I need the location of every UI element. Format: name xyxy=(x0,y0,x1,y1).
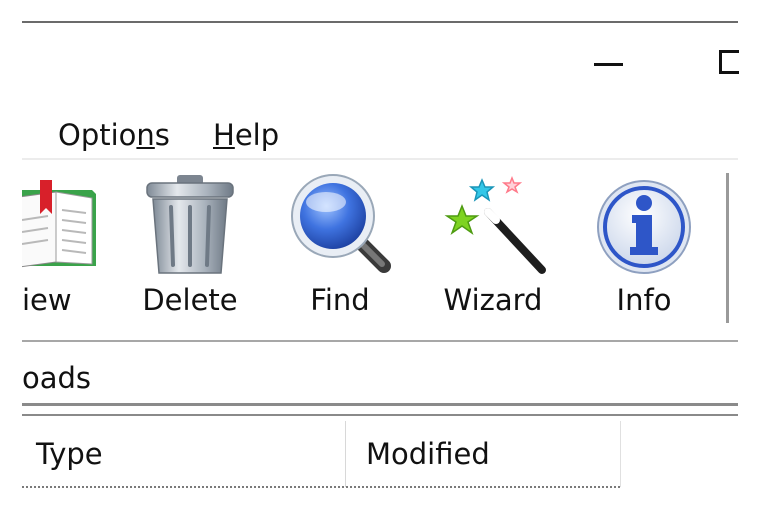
toolbar-delete-button[interactable]: Delete xyxy=(134,172,246,322)
trash-icon xyxy=(146,175,234,274)
maximize-icon[interactable] xyxy=(719,50,739,74)
frame-edge xyxy=(737,0,760,512)
toolbar-find-label: Find xyxy=(310,283,370,317)
menu-options-accel: n xyxy=(136,118,155,152)
menu-options-post: s xyxy=(154,118,170,152)
column-header-modified[interactable]: Modified xyxy=(366,435,490,473)
toolbar-wizard-button[interactable]: Wizard xyxy=(437,172,549,322)
toolbar-separator xyxy=(726,173,729,323)
toolbar-view-label: iew xyxy=(22,283,72,317)
column-header-type[interactable]: Type xyxy=(36,435,103,473)
window-top-border xyxy=(22,21,738,23)
magnifier-icon xyxy=(291,174,391,273)
column-divider[interactable] xyxy=(345,421,346,487)
menu-options[interactable]: Options xyxy=(58,116,170,154)
header-bottom-border xyxy=(22,486,620,488)
toolbar-info-label: Info xyxy=(616,283,672,317)
minimize-icon[interactable] xyxy=(594,63,623,66)
wand-icon xyxy=(444,176,546,274)
menu-options-pre: Optio xyxy=(58,118,137,152)
book-icon xyxy=(22,180,96,268)
address-path[interactable]: oads xyxy=(22,360,91,396)
toolbar-bottom-border xyxy=(22,340,738,342)
toolbar-view-button[interactable]: iew xyxy=(22,172,112,322)
menu-help-post: elp xyxy=(234,118,280,152)
list-top-border xyxy=(22,414,738,416)
column-divider-end[interactable] xyxy=(620,421,621,487)
info-icon xyxy=(597,180,691,274)
toolbar-find-button[interactable]: Find xyxy=(288,172,394,322)
address-bottom-border xyxy=(22,403,738,406)
menu-separator xyxy=(22,158,738,160)
menu-help[interactable]: Help xyxy=(213,116,279,154)
toolbar-delete-label: Delete xyxy=(142,283,238,317)
menu-help-accel: H xyxy=(213,118,235,152)
toolbar-info-button[interactable]: Info xyxy=(592,172,696,322)
toolbar-wizard-label: Wizard xyxy=(443,283,543,317)
